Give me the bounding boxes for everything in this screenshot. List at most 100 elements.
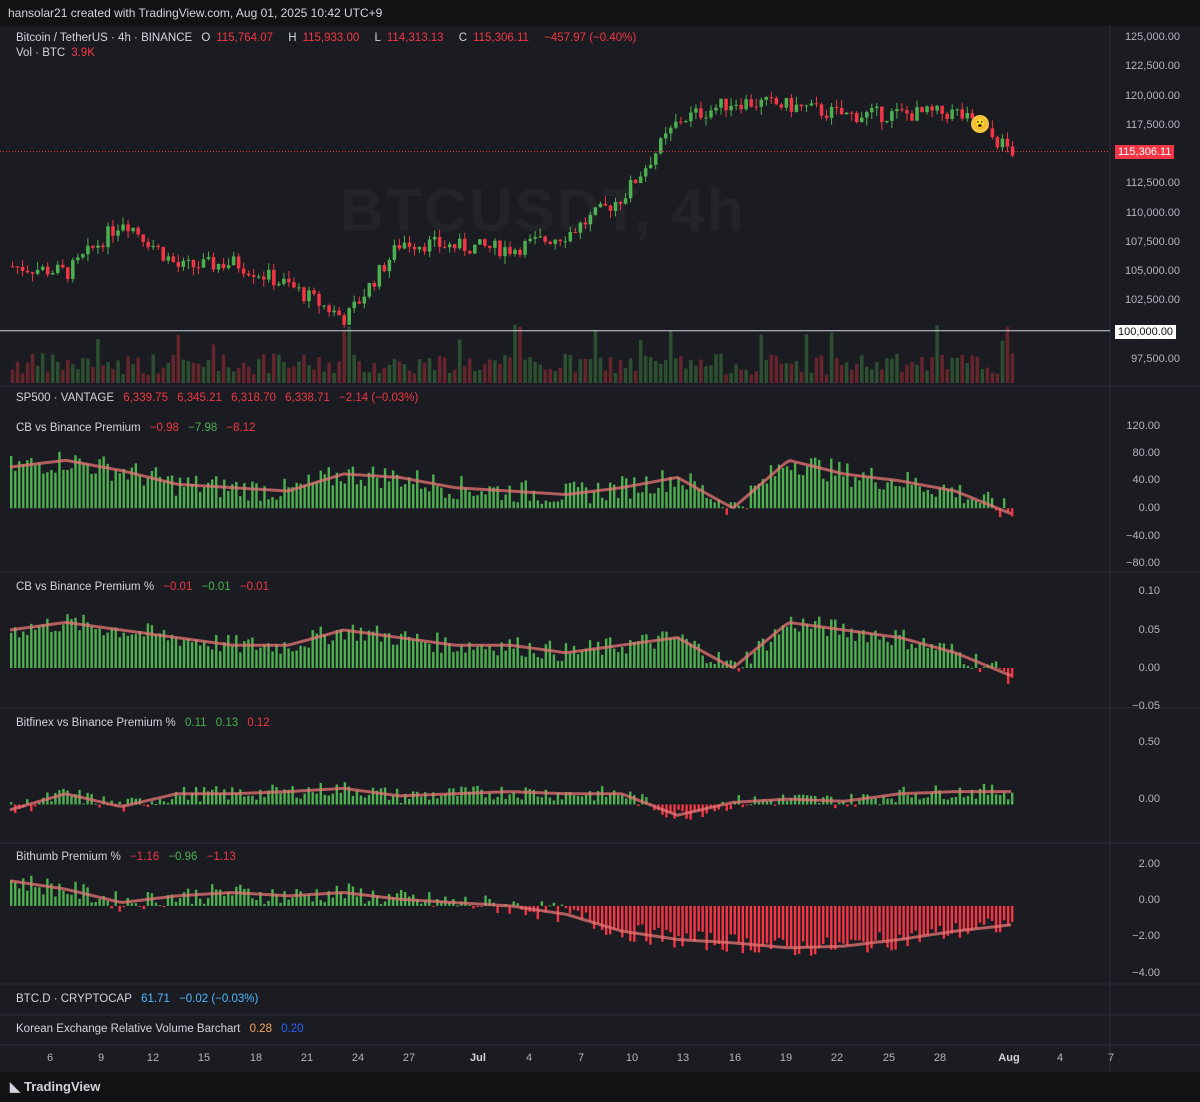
bitfinex-premium-bar	[311, 792, 314, 805]
volume-bar	[558, 367, 562, 383]
cb-premium-pct-bar	[608, 637, 612, 668]
cb-premium-pct-bar	[150, 625, 154, 668]
bithumb-premium-bar	[42, 894, 45, 906]
chart-area[interactable]: BTCUSDT, 4h Bitcoin / TetherUS · 4h · BI…	[0, 26, 1200, 1072]
cb-premium-bar	[456, 499, 459, 509]
bithumb-premium-bar	[737, 905, 741, 943]
bithumb-premium-bar	[878, 905, 881, 933]
bitfinex-premium-bar	[231, 787, 234, 805]
tradingview-logo[interactable]: ◣ TradingView	[10, 1079, 100, 1095]
candle-body	[191, 259, 196, 268]
cb-premium-pct-v3: −0.01	[239, 581, 269, 593]
bithumb-premium-bar	[629, 905, 632, 942]
bithumb-premium-bar	[733, 905, 737, 935]
cb-premium-pct-bar	[918, 643, 921, 668]
bithumb-premium-bar	[697, 905, 700, 932]
candle-body	[126, 224, 130, 232]
surprised-emoji-icon[interactable]: 😮	[971, 115, 989, 133]
bithumb-premium-bar	[693, 905, 696, 942]
cb-premium-bar	[978, 503, 982, 509]
candle-body	[935, 105, 939, 111]
cb-premium-pct-bar	[428, 643, 431, 668]
cb-premium-bar	[918, 486, 921, 509]
candle-body	[121, 224, 125, 231]
cb-premium-pct-bar	[492, 650, 495, 668]
cb-premium-bar	[685, 489, 688, 509]
volume-bar	[171, 355, 176, 383]
cb-premium-bar	[890, 479, 893, 509]
bithumb-premium-bar	[930, 905, 933, 930]
cb-premium-pct-bar	[1002, 668, 1006, 671]
bitfinex-premium-bar	[436, 798, 439, 805]
cb-premium-pct-bar	[146, 623, 150, 668]
time-tick: 25	[882, 1052, 896, 1064]
bithumb-v1: −1.16	[130, 851, 160, 863]
cb-premium-pct-bar	[769, 641, 773, 668]
cb-premium-pct-bar	[259, 647, 262, 668]
volume-bar	[518, 326, 522, 383]
volume-bar	[930, 357, 934, 383]
volume-bar	[272, 353, 276, 383]
candle-body	[327, 305, 331, 313]
candle-body	[372, 283, 377, 287]
bithumb-title: Bithumb Premium %	[16, 851, 121, 863]
price-tick: 107,500.00	[1124, 235, 1180, 248]
cb-premium-bar	[34, 464, 37, 509]
bithumb-premium-bar	[271, 889, 274, 906]
bithumb-premium-bar	[420, 903, 423, 906]
candle-body	[362, 296, 367, 304]
volume-bar	[91, 367, 95, 383]
cb-premium-bar	[383, 468, 387, 509]
volume-bar	[623, 368, 628, 383]
cb-premium-bar	[114, 469, 117, 509]
bithumb-premium-bar	[592, 905, 596, 929]
bithumb-premium-bar	[46, 878, 49, 906]
volume-bar	[568, 354, 573, 383]
candle-body	[694, 108, 698, 113]
bithumb-premium-bar	[536, 905, 540, 920]
cb-premium-bar	[395, 474, 399, 509]
cb-premium-pct-bar	[82, 614, 85, 668]
candle-body	[734, 104, 738, 106]
bitfinex-premium-bar	[854, 804, 857, 807]
cb-premium-pct-bar	[323, 634, 326, 668]
bitfinex-premium-bar	[420, 796, 423, 805]
bithumb-premium-bar	[564, 905, 568, 909]
cb-premium-pct-bar	[178, 645, 182, 668]
volume-bar	[965, 363, 970, 383]
bitfinex-legend: Bitfinex vs Binance Premium % 0.11 0.13 …	[16, 717, 276, 729]
cb-premium-pct-bar	[797, 631, 801, 668]
volume-bar	[674, 358, 678, 383]
bithumb-premium-bar	[785, 905, 789, 947]
candle-body	[357, 301, 361, 304]
candle-body	[91, 245, 95, 248]
bithumb-premium-bar	[673, 905, 676, 948]
bithumb-premium-bar	[122, 905, 125, 908]
candle-body	[277, 283, 281, 286]
indicator-tick: 0.00	[1138, 894, 1160, 906]
candle-body	[116, 230, 120, 236]
cb-premium-bar	[600, 497, 604, 509]
bitfinex-premium-bar	[846, 804, 849, 807]
bithumb-premium-bar	[617, 905, 620, 930]
bitfinex-premium-bar	[560, 799, 564, 805]
candle-body	[945, 113, 949, 119]
volume-bar	[392, 358, 397, 383]
cb-premium-bar	[801, 475, 805, 509]
bitfinex-premium-bar	[974, 798, 978, 805]
time-tick: 22	[830, 1052, 844, 1064]
cb-premium-pct-bar	[520, 655, 523, 668]
candle-body	[221, 263, 226, 269]
bithumb-premium-bar	[303, 895, 306, 906]
bithumb-premium-bar	[838, 905, 841, 943]
bitfinex-premium-bar	[749, 804, 753, 806]
cb-premium-pct-bar	[789, 616, 793, 668]
volume-bar	[297, 361, 301, 383]
volume-bar	[226, 367, 231, 383]
volume-bar	[352, 354, 356, 383]
cb-premium-pct-bar	[512, 648, 515, 668]
volume-bar	[714, 354, 718, 383]
cb-premium-pct-bar	[633, 642, 636, 668]
cb-premium-pct-bar	[263, 644, 266, 668]
time-tick: 19	[779, 1052, 793, 1064]
